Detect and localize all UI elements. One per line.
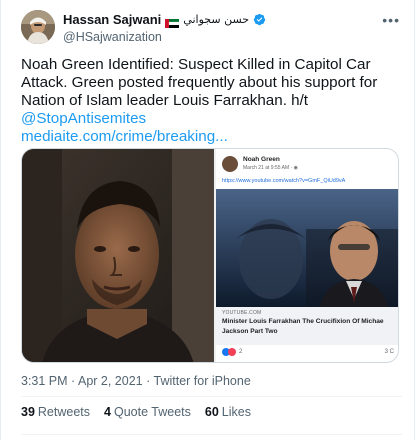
love-reaction-icon xyxy=(228,348,236,356)
retweets-count: 39 xyxy=(21,405,35,419)
fb-post-url: https://www.youtube.com/watch?v=GmF_QiUd… xyxy=(222,178,346,184)
tweet-source[interactable]: Twitter for iPhone xyxy=(154,374,251,388)
author-names: Hassan Sajwani حسن سجواني @HSajwanizatio… xyxy=(63,11,266,44)
tweet-card: Hassan Sajwani حسن سجواني @HSajwanizatio… xyxy=(0,0,415,440)
author-arabic-name: حسن سجواني xyxy=(183,12,250,26)
yt-card-source: YOUTUBE.COM xyxy=(222,310,262,316)
quote-tweets-label: Quote Tweets xyxy=(113,405,191,419)
fb-post-name: Noah Green xyxy=(243,156,280,163)
likes-label: Likes xyxy=(221,405,251,419)
display-name-row: Hassan Sajwani حسن سجواني xyxy=(63,11,266,28)
suspect-photo[interactable] xyxy=(22,149,214,362)
retweets-label: Retweets xyxy=(37,405,91,419)
more-options-icon[interactable]: ••• xyxy=(382,12,400,28)
tweet-timestamp: 3:31 PM · Apr 2, 2021 · Twitter for iPho… xyxy=(21,374,251,388)
tweet-time[interactable]: 3:31 PM xyxy=(21,374,68,388)
globe-icon: ◉ xyxy=(293,165,298,171)
fb-post-date: March 21 at 9:55 AM · ◉ xyxy=(243,165,298,171)
likes-stat[interactable]: 60 Likes xyxy=(205,405,251,419)
fb-date-text: March 21 at 9:55 AM · xyxy=(243,165,294,171)
media-grid: Noah Green March 21 at 9:55 AM · ◉ https… xyxy=(21,148,399,363)
quote-tweets-stat[interactable]: 4 Quote Tweets xyxy=(104,405,191,419)
author-display-name[interactable]: Hassan Sajwani xyxy=(63,12,161,27)
tweet-date[interactable]: Apr 2, 2021 xyxy=(78,374,143,388)
facebook-post-screenshot[interactable]: Noah Green March 21 at 9:55 AM · ◉ https… xyxy=(216,149,398,362)
mention-link[interactable]: @StopAntisemites xyxy=(21,110,406,128)
fb-reactions: 2 xyxy=(222,348,242,356)
tweet-body: Noah Green Identified: Suspect Killed in… xyxy=(21,56,378,109)
article-link[interactable]: mediaite.com/crime/breaking... xyxy=(21,128,406,146)
retweets-stat[interactable]: 39 Retweets xyxy=(21,405,90,419)
fb-comment-count: 3 C xyxy=(384,349,394,355)
likes-count: 60 xyxy=(204,405,219,419)
tweet-header: Hassan Sajwani حسن سجواني @HSajwanizatio… xyxy=(21,10,402,46)
author-handle[interactable]: @HSajwanization xyxy=(63,30,266,44)
author-avatar[interactable] xyxy=(21,10,55,44)
fb-avatar xyxy=(222,156,238,172)
yt-card-title-line-1: Minister Louis Farrakhan The Crucifixion… xyxy=(222,318,384,325)
yt-card-title-line-2: Jackson Part Two xyxy=(222,328,278,335)
youtube-thumbnail xyxy=(216,189,398,307)
meta-separator-2: · xyxy=(142,374,154,388)
divider xyxy=(21,396,402,397)
fb-reaction-count: 2 xyxy=(239,349,243,355)
quote-tweets-count: 4 xyxy=(104,405,111,419)
uae-flag-icon xyxy=(165,15,180,28)
tweet-text: Noah Green Identified: Suspect Killed in… xyxy=(21,56,406,146)
verified-badge-icon xyxy=(253,13,266,26)
fb-post-footer: 2 3 C xyxy=(222,348,394,360)
meta-separator: · xyxy=(67,374,78,388)
divider-bottom xyxy=(21,434,402,435)
youtube-link-card: YOUTUBE.COM Minister Louis Farrakhan The… xyxy=(216,307,398,345)
tweet-stats: 39 Retweets 4 Quote Tweets 60 Likes xyxy=(21,405,251,419)
